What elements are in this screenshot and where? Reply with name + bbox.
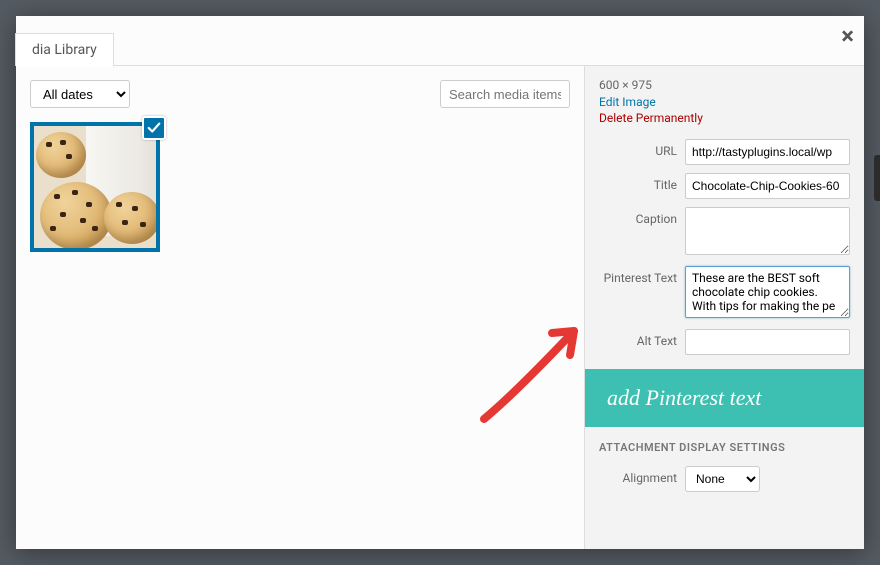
attachment-thumbnail-selected[interactable]	[30, 122, 160, 252]
title-label: Title	[599, 173, 685, 192]
callout-banner: add Pinterest text	[585, 369, 864, 427]
caption-field[interactable]	[685, 207, 850, 255]
filter-dates-select[interactable]: All dates	[30, 80, 130, 108]
dimensions-text: 600 × 975	[599, 78, 850, 92]
alignment-select[interactable]: None	[685, 466, 760, 492]
search-input[interactable]	[440, 80, 570, 108]
edit-image-link[interactable]: Edit Image	[599, 95, 850, 109]
thumbnail-image	[34, 126, 156, 248]
pinterest-text-field[interactable]: These are the BEST soft chocolate chip c…	[685, 266, 850, 318]
right-edge-indicator	[874, 155, 880, 201]
tab-media-library[interactable]: dia Library	[15, 33, 114, 66]
alignment-label: Alignment	[599, 466, 685, 485]
display-settings-heading: ATTACHMENT DISPLAY SETTINGS	[599, 441, 850, 454]
alt-text-label: Alt Text	[599, 329, 685, 348]
checkmark-icon[interactable]	[142, 116, 166, 140]
library-panel: All dates	[16, 66, 584, 549]
url-field[interactable]	[685, 139, 850, 165]
pinterest-text-label: Pinterest Text	[599, 266, 685, 285]
caption-label: Caption	[599, 207, 685, 226]
library-toolbar: All dates	[30, 80, 570, 108]
title-field[interactable]	[685, 173, 850, 199]
delete-permanently-link[interactable]: Delete Permanently	[599, 111, 850, 125]
content-row: All dates	[16, 66, 864, 549]
url-label: URL	[599, 139, 685, 158]
close-icon[interactable]: ×	[841, 24, 854, 48]
media-modal: × dia Library All dates	[16, 16, 864, 549]
attachment-details-panel: 600 × 975 Edit Image Delete Permanently …	[584, 66, 864, 549]
tab-row: dia Library	[16, 16, 864, 66]
alt-text-field[interactable]	[685, 329, 850, 355]
